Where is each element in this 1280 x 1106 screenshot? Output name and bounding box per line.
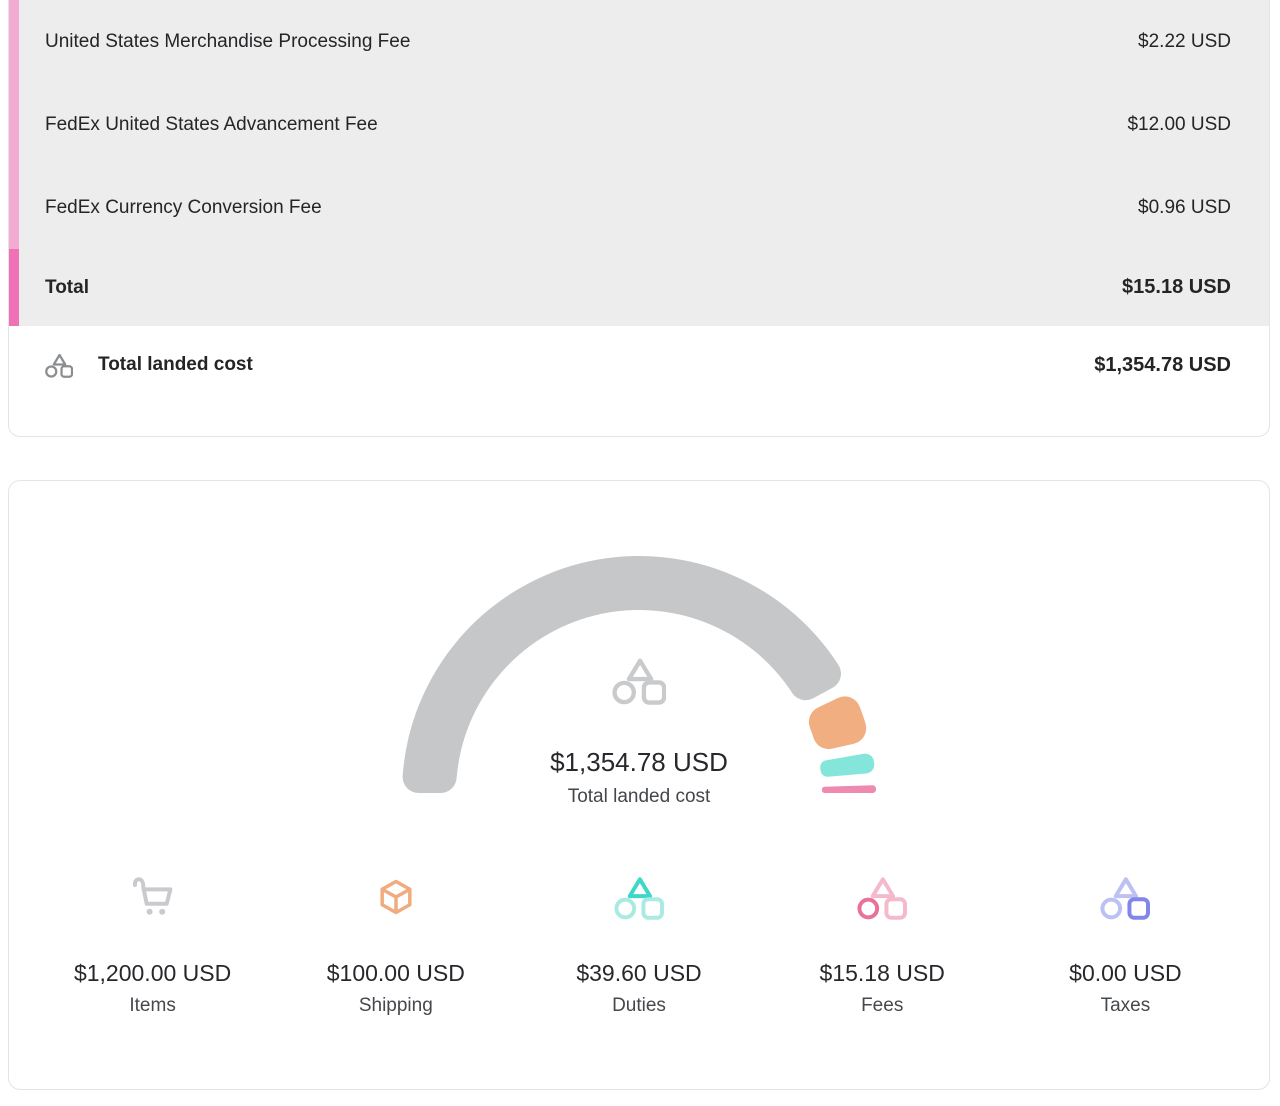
table-row: FedEx United States Advancement Fee $12.… xyxy=(19,83,1269,166)
triangle-shape xyxy=(1116,879,1136,896)
landed-cost-gauge xyxy=(9,481,1269,821)
shapes-icon xyxy=(614,874,664,920)
fee-breakdown-card: United States Merchandise Processing Fee… xyxy=(8,0,1270,437)
circle-shape xyxy=(1103,900,1121,918)
legend-label: Fees xyxy=(861,994,903,1018)
fee-value: $0.96 USD xyxy=(1138,197,1231,219)
legend-value: $0.00 USD xyxy=(1069,959,1182,987)
gauge-segment-items xyxy=(403,556,841,793)
gauge-segment-duties xyxy=(820,754,874,777)
circle-shape xyxy=(860,900,878,918)
total-value: $15.18 USD xyxy=(1122,276,1231,299)
legend-label: Items xyxy=(129,994,175,1018)
shapes-icon xyxy=(45,352,73,378)
total-stripe xyxy=(9,249,19,326)
total-landed-cost-value: $1,354.78 USD xyxy=(1094,354,1231,377)
table-row: FedEx Currency Conversion Fee $0.96 USD xyxy=(19,166,1269,249)
legend-item-taxes: $0.00 USD Taxes xyxy=(1004,873,1247,1018)
table-row: United States Merchandise Processing Fee… xyxy=(19,0,1269,83)
fees-stripe xyxy=(9,0,19,249)
triangle-shape xyxy=(630,879,650,896)
fee-value: $2.22 USD xyxy=(1138,31,1231,53)
fee-table: United States Merchandise Processing Fee… xyxy=(9,0,1269,326)
gauge-segment-shipping xyxy=(809,696,866,749)
gauge-segment-fees xyxy=(822,785,876,793)
fee-label: FedEx Currency Conversion Fee xyxy=(45,197,322,219)
cart-icon xyxy=(131,875,175,919)
square-shape xyxy=(1130,899,1149,918)
fee-value: $12.00 USD xyxy=(1127,114,1231,136)
total-landed-cost-row: Total landed cost $1,354.78 USD xyxy=(9,326,1269,404)
cost-breakdown-legend: $1,200.00 USD Items $100.00 USD Shipping xyxy=(9,873,1269,1018)
legend-item-shipping: $100.00 USD Shipping xyxy=(274,873,517,1018)
legend-value: $100.00 USD xyxy=(327,959,465,987)
legend-label: Duties xyxy=(612,994,666,1018)
circle-shape xyxy=(616,900,634,918)
fee-label: United States Merchandise Processing Fee xyxy=(45,31,410,53)
legend-item-items: $1,200.00 USD Items xyxy=(31,873,274,1018)
square-shape xyxy=(643,899,662,918)
package-icon xyxy=(376,876,416,918)
triangle-shape xyxy=(873,879,893,896)
shapes-icon xyxy=(857,874,907,920)
square-shape xyxy=(887,899,906,918)
shapes-icon xyxy=(1100,874,1150,920)
landed-cost-gauge-card: $1,354.78 USD Total landed cost $1,200.0… xyxy=(8,480,1270,1090)
cart-wheel xyxy=(146,909,152,915)
total-landed-cost-label: Total landed cost xyxy=(98,354,253,376)
fee-label: FedEx United States Advancement Fee xyxy=(45,114,378,136)
legend-item-fees: $15.18 USD Fees xyxy=(761,873,1004,1018)
legend-item-duties: $39.60 USD Duties xyxy=(517,873,760,1018)
cart-wheel xyxy=(159,909,165,915)
legend-label: Taxes xyxy=(1101,994,1151,1018)
fee-group-indicator xyxy=(9,0,19,326)
table-row-total: Total $15.18 USD xyxy=(19,249,1269,326)
legend-value: $39.60 USD xyxy=(576,959,701,987)
legend-value: $15.18 USD xyxy=(820,959,945,987)
legend-label: Shipping xyxy=(359,994,433,1018)
legend-value: $1,200.00 USD xyxy=(74,959,231,987)
total-label: Total xyxy=(45,277,89,299)
